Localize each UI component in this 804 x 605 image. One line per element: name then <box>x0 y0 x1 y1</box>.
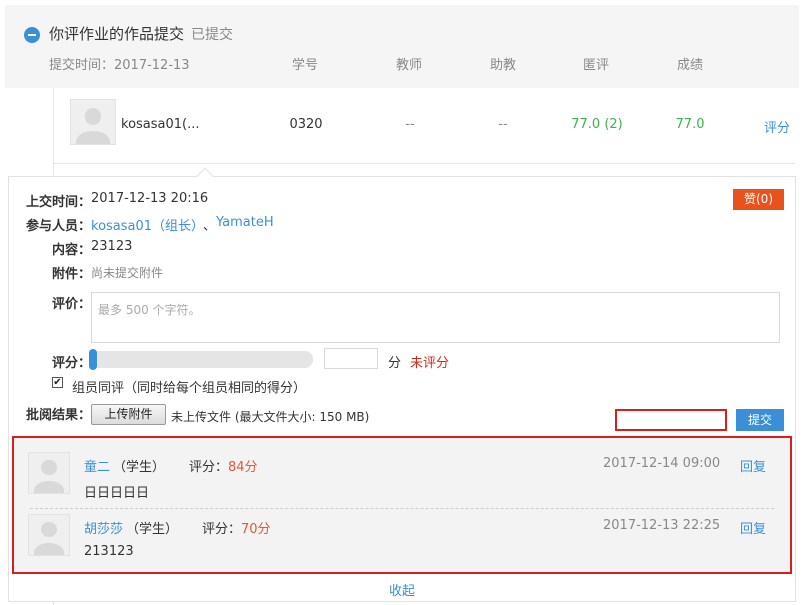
upload-attachment-button[interactable]: 上传附件 <box>91 404 166 425</box>
submit-button[interactable]: 提交 <box>736 409 784 431</box>
teacher-score: -- <box>405 117 415 132</box>
reviewer-avatar <box>28 452 70 494</box>
column-header-teacher: 教师 <box>395 58 423 73</box>
score-label: 评分： <box>52 356 92 371</box>
student-id-value: 0320 <box>289 117 323 132</box>
caret-pointer <box>196 167 214 185</box>
submission-status: 已提交 <box>191 27 233 43</box>
assistant-score: -- <box>498 117 508 132</box>
score-slider[interactable] <box>89 349 313 370</box>
member-leader-link[interactable]: kosasa01（组长） <box>91 215 204 234</box>
review-content: 213123 <box>84 544 134 559</box>
reviewer-name[interactable]: 童二 <box>84 456 110 475</box>
upload-time-value: 2017-12-13 20:16 <box>91 191 209 206</box>
content-label: 内容： <box>52 243 92 258</box>
column-header-anon-review: 匿评 <box>582 58 610 73</box>
score-status: 未评分 <box>410 356 450 371</box>
reply-link[interactable]: 回复 <box>740 456 766 475</box>
review-time: 2017-12-14 09:00 <box>603 456 721 471</box>
content-value: 23123 <box>91 239 133 254</box>
reviewer-role: （学生） <box>113 460 166 475</box>
review-score: 84分 <box>228 460 258 475</box>
score-unit: 分 <box>388 356 402 371</box>
review-score: 70分 <box>241 522 271 537</box>
grade-link[interactable]: 评分 <box>764 117 790 136</box>
column-header-assistant: 助教 <box>489 58 517 73</box>
score-input[interactable] <box>324 348 378 369</box>
final-score: 77.0 <box>675 117 705 132</box>
attachment-label: 附件： <box>52 267 92 282</box>
anon-review-score: 77.0 (2) <box>571 117 623 132</box>
reviewer-name[interactable]: 胡莎莎 <box>84 518 123 537</box>
reviewer-role: （学生） <box>126 522 179 537</box>
review-result-label: 批阅结果： <box>26 408 92 423</box>
member-link[interactable]: YamateH <box>216 215 274 230</box>
submission-row[interactable]: kosasa01(... 0320 -- -- 77.0 (2) 77.0 评分 <box>53 88 795 164</box>
upload-info: 未上传文件 (最大文件大小: 150 MB) <box>171 410 370 424</box>
avatar <box>70 99 116 145</box>
reply-link[interactable]: 回复 <box>740 518 766 537</box>
review-item: 胡莎莎 （学生） 评分： 70分 2017-12-13 22:25 回复 213… <box>14 506 790 568</box>
collapse-link[interactable]: 收起 <box>389 580 415 599</box>
submission-detail-panel: 上交时间： 2017-12-13 20:16 赞(0) 参与人员： kosasa… <box>8 167 796 602</box>
review-score-label: 评分： <box>202 522 242 537</box>
group-same-checkbox[interactable]: ✔ <box>52 377 63 388</box>
comment-label: 评价： <box>52 297 92 312</box>
attachment-value: 尚未提交附件 <box>91 266 164 280</box>
submit-time: 提交时间：2017-12-13 <box>49 58 190 73</box>
column-header-student-id: 学号 <box>291 58 319 73</box>
slider-handle[interactable] <box>89 349 97 370</box>
comment-textarea[interactable]: 最多 500 个字符。 <box>91 292 780 343</box>
student-name: kosasa01(... <box>121 117 200 132</box>
review-time: 2017-12-13 22:25 <box>603 518 721 533</box>
column-header-score: 成绩 <box>676 58 704 73</box>
homework-header: 你评作业的作品提交 已提交 提交时间：2017-12-13 学号 教师 助教 匿… <box>5 5 799 88</box>
review-item: 童二 （学生） 评分： 84分 2017-12-14 09:00 回复 日日日日… <box>14 444 790 506</box>
upload-time-label: 上交时间： <box>26 195 92 210</box>
group-same-label: 组员同评（同时给每个组员相同的得分） <box>72 381 307 396</box>
members-label: 参与人员： <box>26 219 92 234</box>
reviewer-avatar <box>28 514 70 556</box>
member-separator: 、 <box>203 219 217 234</box>
header-title: 你评作业的作品提交 <box>49 25 185 43</box>
review-score-label: 评分： <box>189 460 229 475</box>
review-content: 日日日日日 <box>84 486 150 501</box>
like-button[interactable]: 赞(0) <box>733 189 784 210</box>
reviews-list: 童二 （学生） 评分： 84分 2017-12-14 09:00 回复 日日日日… <box>12 436 792 574</box>
collapse-circle-icon[interactable] <box>24 27 40 43</box>
highlighted-empty-field[interactable] <box>615 409 727 431</box>
